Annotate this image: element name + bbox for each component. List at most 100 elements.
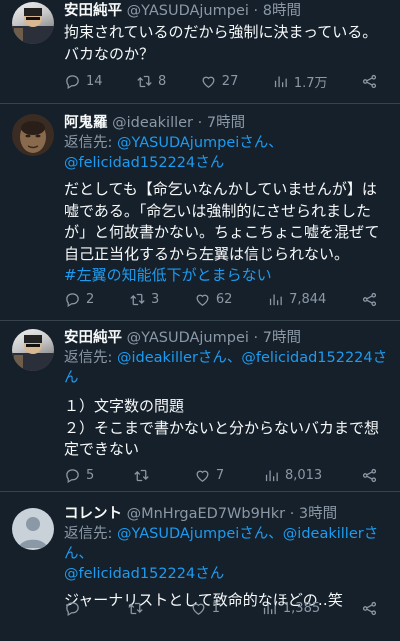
tweet-4[interactable]: コレント @MnHrgaED7Wb9Hkr · 3時間 返信先: @YASUDA… xyxy=(0,492,400,641)
tweet-header: 安田純平 @YASUDAjumpei · 7時間 xyxy=(64,328,390,348)
text-line: ２）そこまで書かないと分からないバカまで想 xyxy=(64,418,380,437)
mention-link[interactable]: @ideakillerさん、 xyxy=(117,350,241,366)
share-icon xyxy=(361,73,378,90)
avatar[interactable] xyxy=(12,114,54,156)
like-count: 27 xyxy=(221,73,239,89)
views-button[interactable]: 8,013 xyxy=(263,467,322,484)
share-button[interactable] xyxy=(361,600,378,617)
reply-to: 返信先: @ideakillerさん、@felicidad152224さ ん xyxy=(64,348,390,388)
views-count: 1.7万 xyxy=(293,75,328,91)
reply-button[interactable]: 2 xyxy=(64,291,94,308)
author-name[interactable]: 阿鬼羅 xyxy=(64,115,108,131)
views-icon xyxy=(267,291,284,308)
timestamp[interactable]: · 8時間 xyxy=(254,3,301,19)
tweet-header: 安田純平 @YASUDAjumpei · 8時間 xyxy=(64,1,390,21)
views-count: 7,844 xyxy=(289,291,327,307)
views-button[interactable]: 1.7万 xyxy=(272,72,328,91)
views-button[interactable]: 7,844 xyxy=(267,291,326,308)
text-line: が」と何故書かない。ちょこちょこ嘘を混ぜて xyxy=(64,223,380,241)
reply-count: 2 xyxy=(86,291,95,307)
like-icon xyxy=(200,73,217,90)
reply-count: 14 xyxy=(86,73,103,89)
author-handle[interactable]: @ideakiller xyxy=(112,115,193,131)
author-name[interactable]: 安田純平 xyxy=(64,330,122,346)
tweet-1[interactable]: 安田純平 @YASUDAjumpei · 8時間 拘束されているのだから強制に決… xyxy=(0,0,400,104)
avatar[interactable] xyxy=(12,329,54,371)
views-button[interactable]: 1,385 xyxy=(261,600,320,617)
text-line: 自己正当化するから左翼は信じられない。 xyxy=(64,244,350,263)
author-handle[interactable]: @MnHrgaED7Wb9Hkr xyxy=(127,506,285,522)
share-icon xyxy=(361,600,378,617)
tweet-3[interactable]: 安田純平 @YASUDAjumpei · 7時間 返信先: @ideakille… xyxy=(0,321,400,491)
reply-button[interactable]: 5 xyxy=(64,467,94,484)
share-button[interactable] xyxy=(361,291,378,308)
text-line: 定できない xyxy=(64,440,140,458)
avatar-photo xyxy=(12,335,54,371)
reply-button[interactable] xyxy=(64,600,86,617)
tweet-text: 拘束されているのだから強制に決まっている。 バカなのか？ xyxy=(64,22,390,65)
retweet-button[interactable]: 3 xyxy=(129,291,159,308)
tweet-header: コレント @MnHrgaED7Wb9Hkr · 3時間 xyxy=(64,504,390,524)
reply-prefix: 返信先: xyxy=(64,526,113,542)
retweet-button[interactable] xyxy=(127,600,149,617)
reply-to: 返信先: @YASUDAjumpeiさん、@ideakillerさん、 @fel… xyxy=(64,524,390,584)
reply-icon xyxy=(64,600,81,617)
tweet-header: 阿鬼羅 @ideakiller · 7時間 xyxy=(64,113,390,133)
retweet-button[interactable] xyxy=(133,467,155,484)
author-name[interactable]: 安田純平 xyxy=(64,3,122,19)
hashtag-link[interactable]: #左翼の知能低下がとまらない xyxy=(64,265,390,287)
author-handle[interactable]: @YASUDAjumpei xyxy=(127,330,249,346)
like-count: 7 xyxy=(215,467,225,483)
views-count: 8,013 xyxy=(284,467,323,483)
reply-icon xyxy=(64,291,81,308)
mention-link[interactable]: ん xyxy=(64,370,79,386)
text-line: 拘束されているのだから強制に決まっている。 xyxy=(64,23,378,41)
retweet-icon xyxy=(133,467,150,484)
mention-link[interactable]: @felicidad152224さん xyxy=(64,566,224,582)
retweet-count: 3 xyxy=(150,291,160,307)
avatar[interactable] xyxy=(12,2,54,44)
mention-link[interactable]: @YASUDAjumpeiさん、 xyxy=(117,135,283,151)
share-button[interactable] xyxy=(361,73,378,90)
like-icon xyxy=(190,600,207,617)
reply-button[interactable]: 14 xyxy=(64,73,103,90)
author-name[interactable]: コレント xyxy=(64,506,122,522)
reply-prefix: 返信先: xyxy=(64,350,113,366)
retweet-icon xyxy=(129,291,146,308)
avatar-photo xyxy=(12,8,54,44)
mention-link[interactable]: @felicidad152224さん xyxy=(64,155,224,171)
like-button[interactable]: 62 xyxy=(194,291,233,308)
share-icon xyxy=(361,467,378,484)
share-button[interactable] xyxy=(361,467,378,484)
timestamp[interactable]: · 7時間 xyxy=(254,330,301,346)
avatar-photo xyxy=(20,121,46,153)
text-line: だとしても【命乞いなんかしていませんが】は xyxy=(64,180,377,198)
retweet-count: 8 xyxy=(158,73,167,89)
action-bar: 1 1,385 xyxy=(64,598,378,618)
retweet-icon xyxy=(136,73,153,90)
views-icon xyxy=(272,73,289,90)
action-bar: 14 8 27 1.7万 xyxy=(64,71,378,91)
views-count: 1,385 xyxy=(282,600,321,616)
like-count: 1 xyxy=(211,600,221,616)
reply-to: 返信先: @YASUDAjumpeiさん、 @felicidad152224さん xyxy=(64,133,390,173)
mention-link[interactable]: @YASUDAjumpeiさん、 xyxy=(117,526,283,542)
mention-link[interactable]: @felicidad152224さ xyxy=(241,350,387,366)
timestamp[interactable]: · 7時間 xyxy=(198,115,245,131)
text-line: １）文字数の問題 xyxy=(64,397,185,415)
avatar[interactable] xyxy=(12,508,54,550)
tweet-2[interactable]: 阿鬼羅 @ideakiller · 7時間 返信先: @YASUDAjumpei… xyxy=(0,104,400,320)
share-icon xyxy=(361,291,378,308)
views-icon xyxy=(263,467,280,484)
reply-icon xyxy=(64,73,81,90)
like-button[interactable]: 1 xyxy=(190,600,220,617)
author-handle[interactable]: @YASUDAjumpei xyxy=(127,3,249,19)
like-button[interactable]: 27 xyxy=(200,73,239,90)
like-count: 62 xyxy=(215,291,233,307)
retweet-icon xyxy=(127,600,144,617)
text-line: 嘘である。「命乞いは強制的にさせられました xyxy=(64,201,372,220)
retweet-button[interactable]: 8 xyxy=(136,73,166,90)
like-button[interactable]: 7 xyxy=(194,467,224,484)
reply-count: 5 xyxy=(86,467,95,483)
timestamp[interactable]: · 3時間 xyxy=(290,506,337,522)
